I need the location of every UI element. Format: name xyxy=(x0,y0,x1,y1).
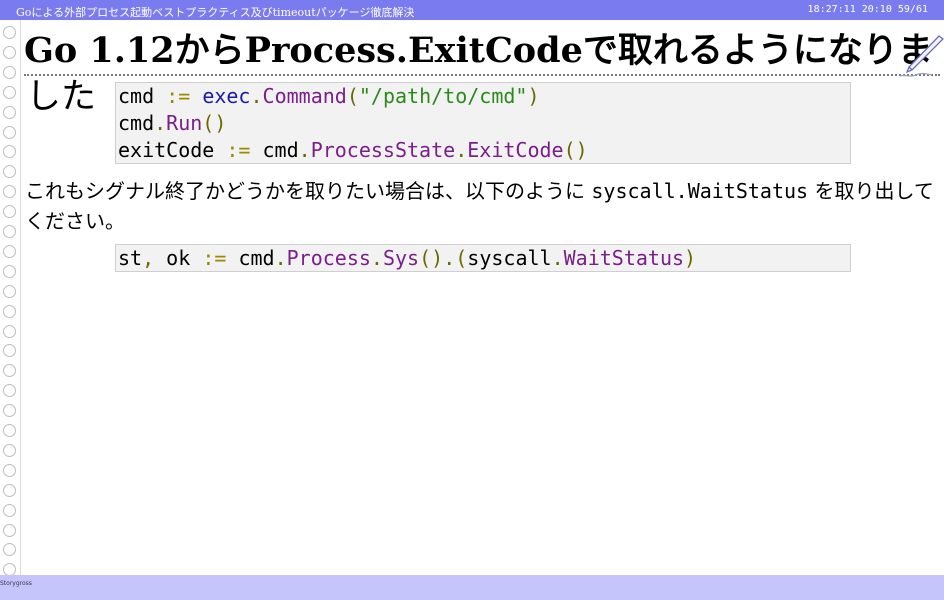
notebook-ring xyxy=(3,225,16,238)
notebook-ring xyxy=(3,344,16,358)
notebook-ring xyxy=(3,244,16,258)
footer-label: Storygross xyxy=(0,580,32,587)
presentation-title: Goによる外部プロセス起動ベストプラクティス及びtimeoutパッケージ徹底解決 xyxy=(16,6,415,19)
code-block-waitstatus: st, ok := cmd.Process.Sys().(syscall.Wai… xyxy=(115,244,851,272)
notebook-ring xyxy=(3,503,16,517)
notebook-ring xyxy=(3,185,16,199)
code-line: cmd.Run() xyxy=(118,111,227,135)
notebook-ring xyxy=(3,125,16,139)
notebook-ring xyxy=(3,404,16,418)
page-counter: 59/61 xyxy=(897,4,928,15)
notebook-ring xyxy=(3,304,16,318)
notebook-ring xyxy=(3,65,16,79)
code-line: st, ok := cmd.Process.Sys().(syscall.Wai… xyxy=(118,246,697,270)
elapsed-time: 20:10 xyxy=(861,4,892,15)
notebook-ring xyxy=(3,26,16,39)
notebook-ring xyxy=(3,443,16,457)
notebook-ring xyxy=(3,205,16,219)
pen-icon xyxy=(899,35,944,77)
code-line: cmd := exec.Command("/path/to/cmd") xyxy=(118,84,540,108)
notebook-ring xyxy=(3,45,16,59)
notebook-rings xyxy=(3,22,19,577)
notebook-ring xyxy=(3,424,16,437)
notebook-ring xyxy=(3,284,16,298)
notebook-ring xyxy=(3,105,16,119)
notebook-ring xyxy=(3,463,16,477)
code-line: exitCode := cmd.ProcessState.ExitCode() xyxy=(118,138,588,162)
notebook-ring xyxy=(3,165,16,179)
notebook-ring xyxy=(3,483,16,497)
notebook-ring xyxy=(3,324,16,338)
code-block-exitcode: cmd := exec.Command("/path/to/cmd") cmd.… xyxy=(115,82,851,164)
title-divider xyxy=(24,74,940,76)
notebook-ring xyxy=(3,85,16,99)
notebook-spine xyxy=(20,20,21,575)
presentation-header-bar: Goによる外部プロセス起動ベストプラクティス及びtimeoutパッケージ徹底解決… xyxy=(0,0,944,20)
notebook-ring xyxy=(3,364,16,378)
presentation-footer-bar: Storygross xyxy=(0,575,944,600)
notebook-ring xyxy=(3,264,16,278)
clock-time: 18:27:11 xyxy=(807,4,856,15)
notebook-ring xyxy=(3,145,16,159)
body-paragraph: これもシグナル終了かどうかを取りたい場合は、以下のように syscall.Wai… xyxy=(25,179,934,233)
inline-code: syscall.WaitStatus xyxy=(591,179,809,203)
slide-title: Go 1.12からProcess.ExitCodeで取れるようになりま xyxy=(24,30,933,71)
notebook-ring xyxy=(3,523,16,537)
presentation-status: 18:27:11 20:10 59/61 xyxy=(808,4,928,15)
notebook-ring xyxy=(3,384,16,398)
slide-title-continued: した xyxy=(26,77,97,117)
notebook-ring xyxy=(3,543,16,557)
